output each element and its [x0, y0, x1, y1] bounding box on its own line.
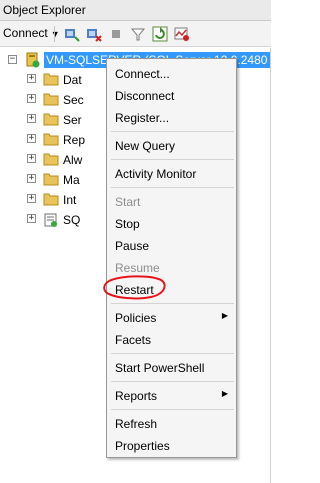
tree-node-replication[interactable]: Rep	[63, 133, 85, 147]
menu-item-start: Start	[115, 195, 141, 209]
panel-right-border	[270, 48, 271, 483]
menu-item-reports[interactable]: Reports ▶	[107, 385, 236, 407]
expand-toggle[interactable]: +	[27, 74, 36, 83]
expand-toggle[interactable]: +	[27, 94, 36, 103]
expand-toggle[interactable]: +	[27, 194, 36, 203]
submenu-arrow-icon: ▶	[221, 389, 228, 398]
menu-item-activity-monitor[interactable]: Activity Monitor	[107, 163, 236, 185]
menu-item-policies[interactable]: Policies ▶	[107, 307, 236, 329]
menu-item-disconnect[interactable]: Disconnect	[107, 85, 236, 107]
toolbar-separator	[54, 26, 55, 42]
expand-toggle[interactable]: +	[27, 174, 36, 183]
menu-item-resume: Resume	[115, 261, 160, 275]
menu-item-restart[interactable]: Restart	[107, 279, 236, 301]
menu-separator	[111, 409, 234, 410]
tree-node-alwayson[interactable]: Alw	[63, 153, 82, 167]
submenu-arrow-icon: ▶	[221, 311, 228, 320]
connect-object-icon[interactable]	[64, 26, 80, 42]
context-menu: Connect... Disconnect Register... New Qu…	[106, 58, 237, 458]
expand-toggle[interactable]: +	[27, 214, 36, 223]
tree-node-sql-agent[interactable]: SQ	[63, 213, 80, 227]
stop-icon[interactable]	[108, 26, 124, 42]
connect-dropdown-button[interactable]: Connect ▼	[3, 26, 60, 40]
menu-item-stop[interactable]: Stop	[107, 213, 236, 235]
menu-item-connect[interactable]: Connect...	[107, 63, 236, 85]
object-explorer-toolbar: Connect ▼	[0, 21, 271, 47]
activity-monitor-icon[interactable]	[174, 26, 190, 42]
menu-item-register[interactable]: Register...	[107, 107, 236, 129]
sql-agent-icon	[43, 212, 59, 227]
expand-toggle[interactable]: +	[27, 154, 36, 163]
menu-separator	[111, 159, 234, 160]
folder-icon	[43, 152, 59, 166]
folder-icon	[43, 92, 59, 106]
filter-icon[interactable]	[130, 26, 146, 42]
tree-node-security[interactable]: Sec	[63, 93, 84, 107]
collapse-toggle[interactable]: −	[8, 55, 17, 64]
menu-item-start-powershell[interactable]: Start PowerShell	[107, 357, 236, 379]
menu-separator	[111, 381, 234, 382]
tree-node-management[interactable]: Ma	[63, 173, 80, 187]
menu-item-facets[interactable]: Facets	[107, 329, 236, 351]
disconnect-icon[interactable]	[86, 26, 102, 42]
menu-item-refresh[interactable]: Refresh	[107, 413, 236, 435]
menu-separator	[111, 353, 234, 354]
folder-icon	[43, 132, 59, 146]
expand-toggle[interactable]: +	[27, 114, 36, 123]
tree-node-server-objects[interactable]: Ser	[63, 113, 82, 127]
folder-icon	[43, 172, 59, 186]
folder-icon	[43, 72, 59, 86]
folder-icon	[43, 112, 59, 126]
server-icon	[24, 52, 40, 68]
menu-separator	[111, 187, 234, 188]
connect-label: Connect	[3, 26, 48, 40]
panel-title: Object Explorer	[3, 3, 86, 17]
menu-separator	[111, 131, 234, 132]
menu-item-properties[interactable]: Properties	[107, 435, 236, 457]
object-explorer-titlebar: Object Explorer	[0, 0, 271, 21]
tree-node-databases[interactable]: Dat	[63, 73, 82, 87]
menu-item-new-query[interactable]: New Query	[107, 135, 236, 157]
chevron-down-icon: ▼	[50, 29, 60, 39]
refresh-icon[interactable]	[152, 26, 168, 42]
folder-icon	[43, 192, 59, 206]
expand-toggle[interactable]: +	[27, 134, 36, 143]
menu-separator	[111, 303, 234, 304]
tree-node-integration-services[interactable]: Int	[63, 193, 76, 207]
menu-item-pause[interactable]: Pause	[107, 235, 236, 257]
